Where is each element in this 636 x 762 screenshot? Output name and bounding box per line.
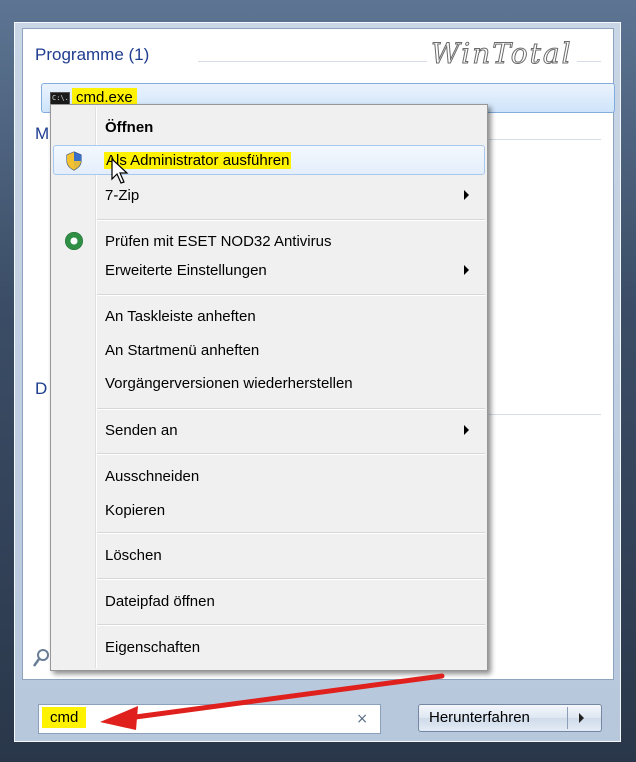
menu-item-properties[interactable]: Eigenschaften <box>53 633 485 663</box>
menu-item-label: Eigenschaften <box>105 639 201 656</box>
menu-item-restore-versions[interactable]: Vorgängerversionen wiederherstellen <box>53 369 485 399</box>
uac-shield-icon <box>66 151 82 171</box>
menu-item-label: Öffnen <box>105 119 154 136</box>
menu-separator <box>97 294 485 296</box>
menu-item-label: An Startmenü anheften <box>105 342 260 359</box>
menu-item-eset-scan[interactable]: Prüfen mit ESET NOD32 Antivirus <box>53 227 485 257</box>
menu-item-label: Löschen <box>105 547 162 564</box>
menu-item-open[interactable]: Öffnen <box>53 113 485 143</box>
section-divider <box>489 414 601 415</box>
menu-separator <box>97 624 485 626</box>
eset-icon <box>65 232 83 250</box>
section-divider <box>489 139 601 140</box>
menu-item-label: Ausschneiden <box>105 468 200 485</box>
menu-separator <box>97 408 485 410</box>
button-divider <box>567 707 568 729</box>
submenu-arrow-icon <box>464 265 469 275</box>
menu-item-cut[interactable]: Ausschneiden <box>53 462 485 492</box>
menu-item-advanced-settings[interactable]: Erweiterte Einstellungen <box>53 256 485 286</box>
menu-item-pin-taskbar[interactable]: An Taskleiste anheften <box>53 302 485 332</box>
menu-separator <box>97 532 485 534</box>
menu-item-label: Senden an <box>105 422 178 439</box>
menu-item-pin-startmenu[interactable]: An Startmenü anheften <box>53 336 485 366</box>
menu-item-open-file-location[interactable]: Dateipfad öffnen <box>53 587 485 617</box>
programs-section-header: Programme (1) <box>35 45 150 64</box>
menu-separator <box>97 219 485 221</box>
mouse-pointer-icon <box>111 158 129 184</box>
menu-item-label: Kopieren <box>105 502 166 519</box>
submenu-arrow-icon <box>464 425 469 435</box>
section-header-partial-m: M <box>35 124 50 143</box>
search-input[interactable]: cmd × <box>38 704 381 734</box>
search-input-value: cmd <box>42 707 87 728</box>
search-icon <box>32 649 49 667</box>
wintotal-watermark: WinTotal <box>427 37 577 71</box>
context-menu: Öffnen Als Administrator ausführen 7-Zip… <box>50 104 488 671</box>
menu-item-copy[interactable]: Kopieren <box>53 496 485 526</box>
menu-item-label: An Taskleiste anheften <box>105 308 256 325</box>
submenu-arrow-icon <box>464 190 469 200</box>
menu-item-label: Vorgängerversionen wiederherstellen <box>105 375 353 392</box>
menu-item-label: 7-Zip <box>105 187 140 204</box>
menu-separator <box>97 453 485 455</box>
menu-item-label: Prüfen mit ESET NOD32 Antivirus <box>105 233 332 250</box>
menu-item-label: Erweiterte Einstellungen <box>105 262 267 279</box>
menu-separator <box>97 578 485 580</box>
menu-item-label: Als Administrator ausführen <box>104 152 292 169</box>
section-header-partial-d: D <box>35 379 48 398</box>
menu-item-delete[interactable]: Löschen <box>53 541 485 571</box>
menu-item-send-to[interactable]: Senden an <box>53 416 485 446</box>
menu-item-label: Dateipfad öffnen <box>105 593 215 610</box>
clear-search-icon[interactable]: × <box>356 711 368 727</box>
shutdown-options-arrow-icon[interactable] <box>579 713 584 723</box>
shutdown-button-label: Herunterfahren <box>429 709 530 726</box>
shutdown-button[interactable]: Herunterfahren <box>418 704 602 732</box>
